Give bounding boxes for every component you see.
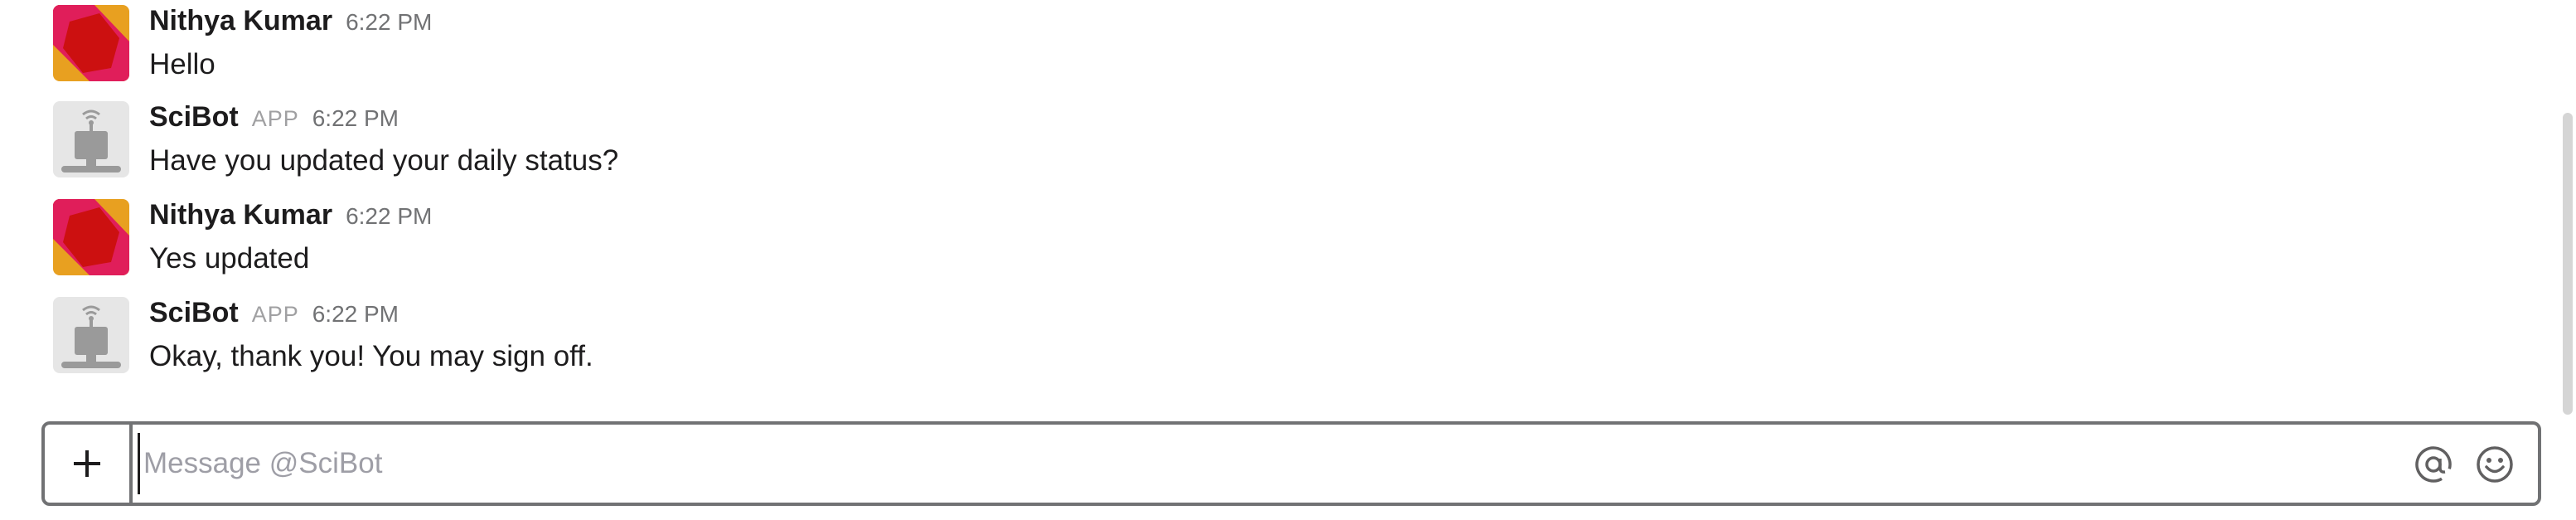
message-timestamp[interactable]: 6:22 PM: [346, 9, 432, 35]
robot-icon: [53, 297, 129, 373]
message-item[interactable]: SciBot APP 6:22 PM Okay, thank you! You ma…: [53, 297, 2523, 388]
emoji-button[interactable]: [2473, 443, 2516, 486]
sender-name[interactable]: Nithya Kumar: [149, 199, 332, 231]
message-timestamp[interactable]: 6:22 PM: [312, 301, 399, 327]
message-list[interactable]: Nithya Kumar 6:22 PM Hello SciBot APP 6:…: [0, 0, 2553, 415]
message-text: Have you updated your daily status?: [149, 144, 619, 177]
message-item[interactable]: Nithya Kumar 6:22 PM Yes updated: [53, 199, 2523, 290]
message-text: Yes updated: [149, 242, 310, 275]
message-header: Nithya Kumar 6:22 PM: [149, 199, 432, 236]
nithya-avatar-icon: [53, 199, 129, 275]
app-badge: APP: [251, 302, 299, 327]
sender-name[interactable]: SciBot: [149, 101, 239, 133]
robot-icon: [53, 101, 129, 177]
attach-button[interactable]: [45, 425, 133, 503]
scibot-avatar[interactable]: [53, 101, 129, 177]
message-header: Nithya Kumar 6:22 PM: [149, 5, 432, 41]
mention-button[interactable]: [2412, 443, 2455, 486]
message-text: Okay, thank you! You may sign off.: [149, 340, 593, 372]
smiley-face-icon: [2477, 446, 2513, 483]
nithya-avatar[interactable]: [53, 5, 129, 81]
message-timestamp[interactable]: 6:22 PM: [312, 105, 399, 131]
message-item[interactable]: SciBot APP 6:22 PM Have you updated your d…: [53, 101, 2523, 192]
message-body: SciBot APP 6:22 PM Have you updated your d…: [149, 101, 618, 177]
nithya-avatar[interactable]: [53, 199, 129, 275]
message-timestamp[interactable]: 6:22 PM: [346, 203, 432, 229]
message-body: Nithya Kumar 6:22 PM Hello: [149, 5, 432, 81]
app-badge: APP: [251, 106, 299, 131]
dm-conversation-view: Nithya Kumar 6:22 PM Hello SciBot APP 6:…: [0, 0, 2576, 520]
message-item[interactable]: Nithya Kumar 6:22 PM Hello: [53, 5, 2523, 96]
message-header: SciBot APP 6:22 PM: [149, 101, 618, 138]
message-input[interactable]: [138, 433, 2381, 494]
sender-name[interactable]: SciBot: [149, 297, 239, 328]
scrollbar[interactable]: [2553, 0, 2576, 415]
plus-icon: [74, 450, 100, 477]
message-text: Hello: [149, 48, 215, 80]
message-composer: [41, 421, 2541, 506]
at-sign-icon: [2415, 446, 2452, 483]
scrollbar-thumb[interactable]: [2563, 113, 2573, 415]
sender-name[interactable]: Nithya Kumar: [149, 5, 332, 36]
message-header: SciBot APP 6:22 PM: [149, 297, 593, 333]
message-body: SciBot APP 6:22 PM Okay, thank you! You ma…: [149, 297, 593, 373]
scibot-avatar[interactable]: [53, 297, 129, 373]
nithya-avatar-icon: [53, 5, 129, 81]
message-body: Nithya Kumar 6:22 PM Yes updated: [149, 199, 432, 275]
